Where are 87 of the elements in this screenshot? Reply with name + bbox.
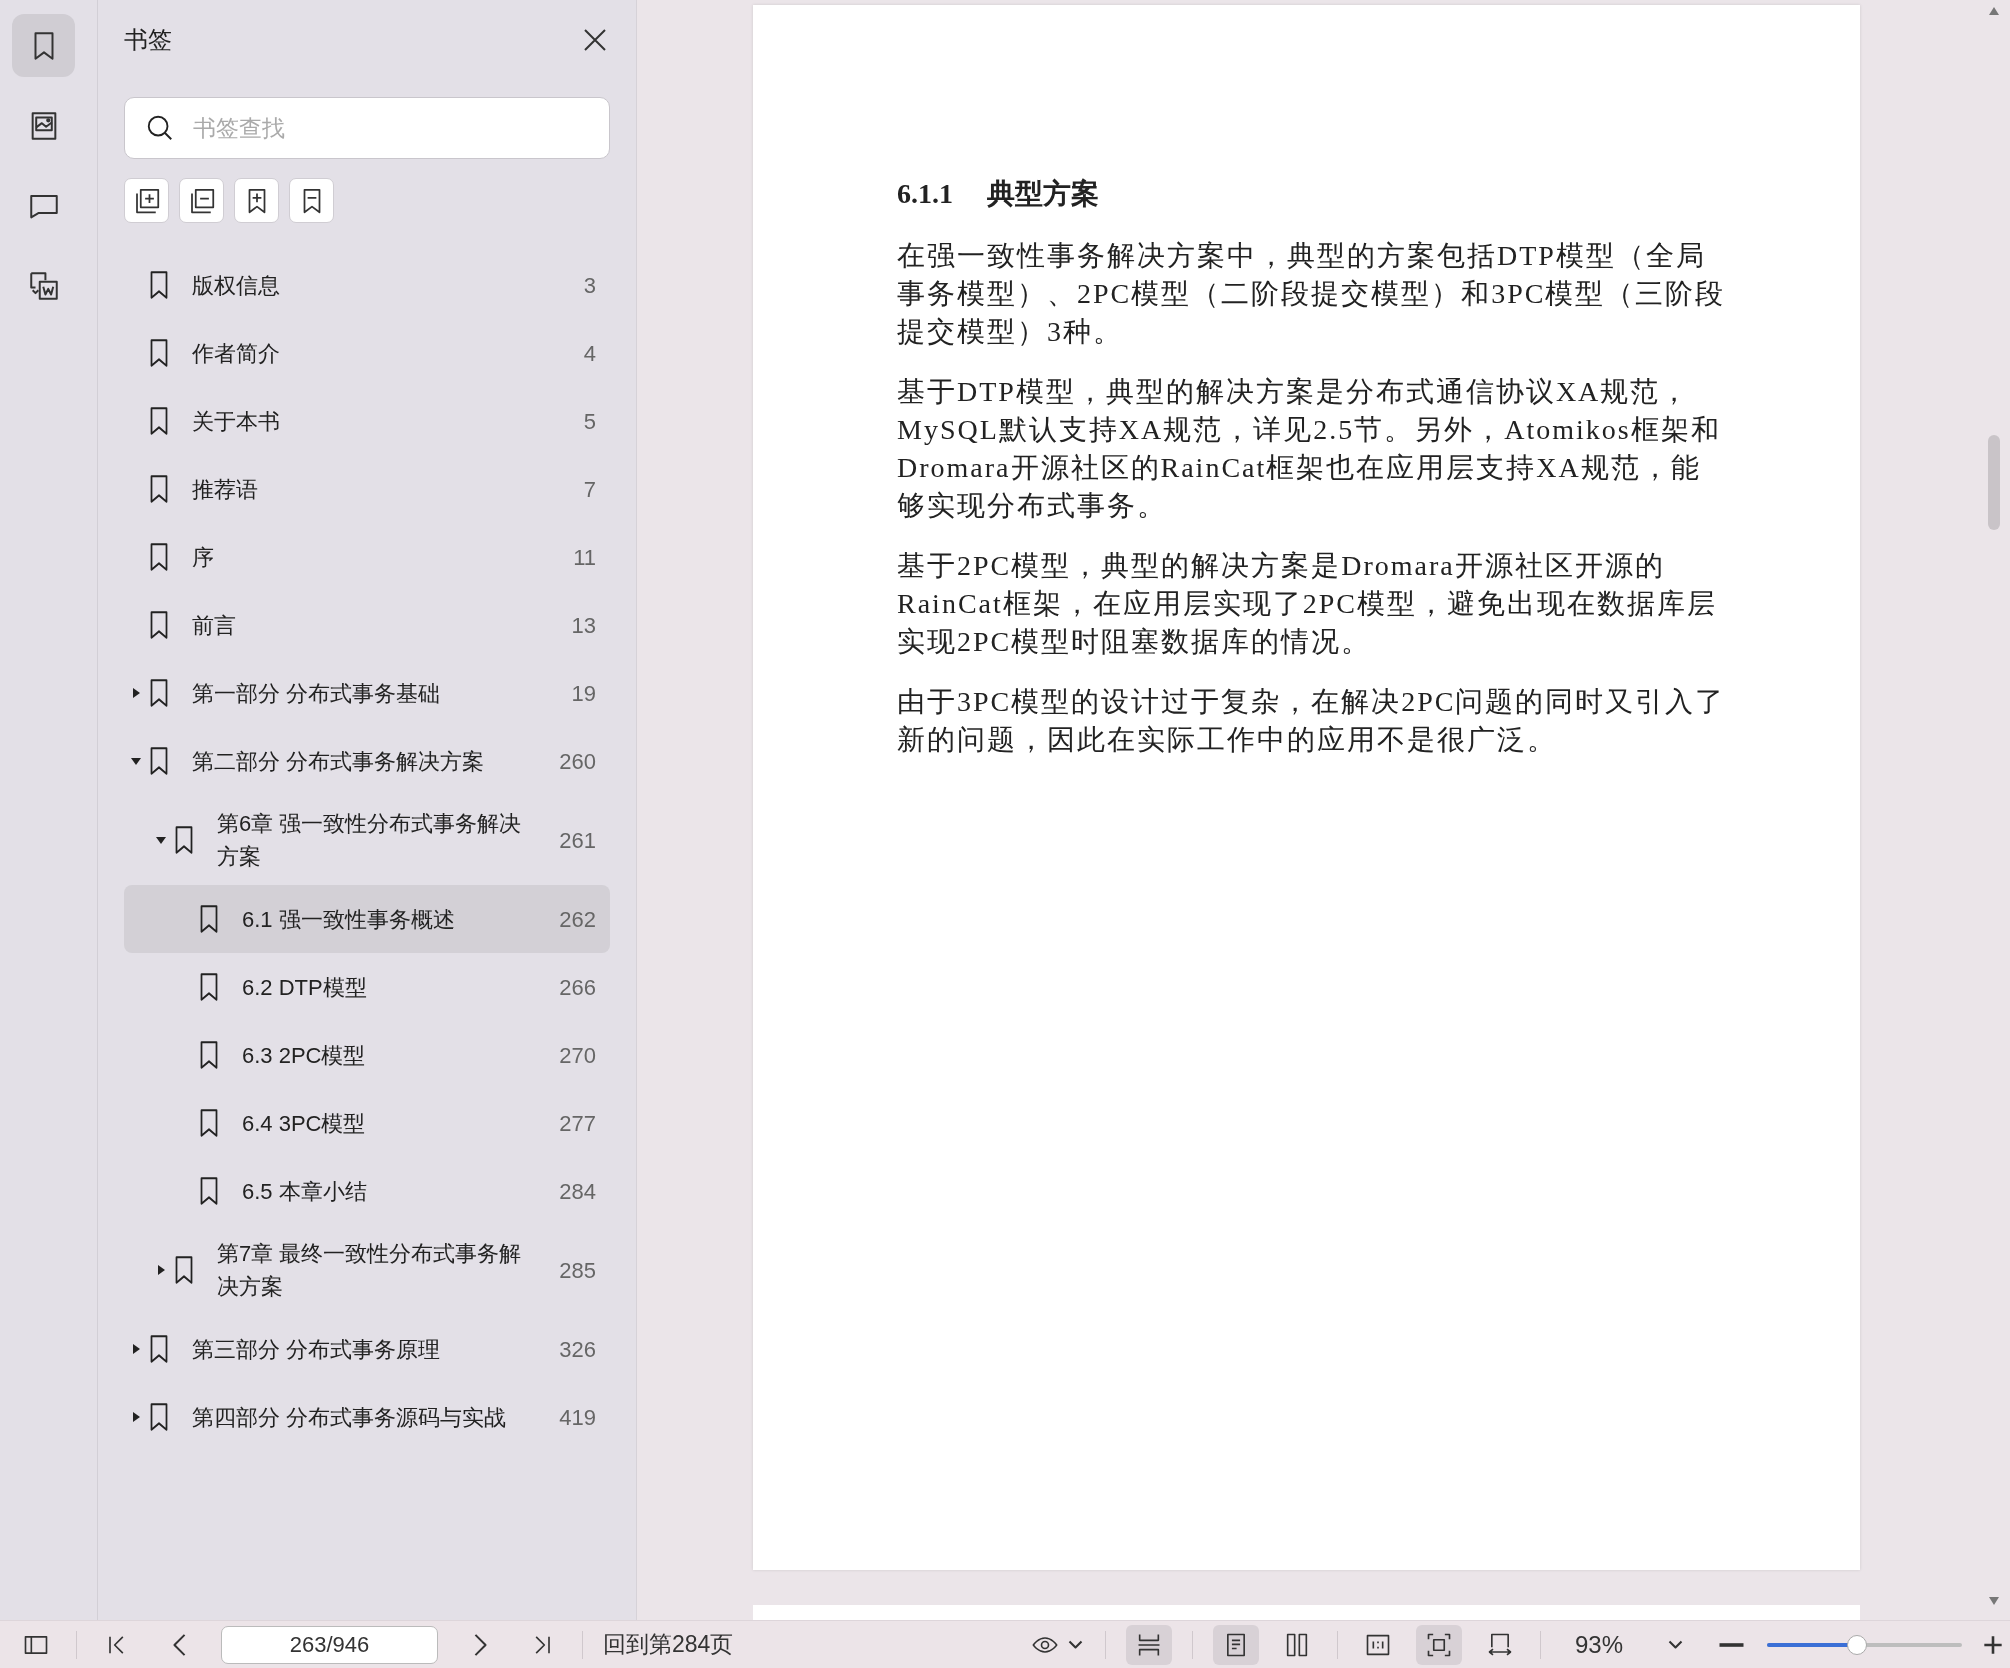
body-paragraph: 基于2PC模型，典型的解决方案是Dromara开源社区开源的RainCat框架，在应用层实现了2PC模型，避免出现在数据库层实现2PC模型时阻塞数据库的情况。 [897, 549, 1718, 659]
bookmark-title: 6.5 本章小结 [241, 1177, 368, 1206]
bookmark-title: 第7章 最终一致性分布式事务解决方案 [216, 1240, 523, 1301]
bookmark-title: 推荐语 [191, 475, 259, 504]
previous-page-icon [172, 1632, 186, 1657]
page-number: 284 [558, 1177, 596, 1206]
bookmark-title: 第四部分 分布式事务源码与实战 [191, 1403, 508, 1432]
bookmark-title: 6.2 DTP模型 [241, 973, 368, 1002]
bookmark-title: 版权信息 [191, 271, 281, 300]
body-paragraph: 在强一致性事务解决方案中，典型的方案包括DTP模型（全局事务模型）、2PC模型（二阶段提交模型）和3PC模型（三阶段提交模型）3种。 [897, 239, 1727, 349]
bookmark-item[interactable]: 关于本书 5 [124, 387, 610, 455]
bookmark-title: 序 [191, 543, 215, 572]
bookmark-item[interactable]: 第四部分 分布式事务源码与实战 419 [124, 1383, 610, 1451]
bookmark-item[interactable]: 第三部分 分布式事务原理 326 [124, 1315, 610, 1383]
bookmark-item[interactable]: 第7章 最终一致性分布式事务解决方案 285 [124, 1225, 610, 1315]
bookmark-item[interactable]: 版权信息 3 [124, 251, 610, 319]
bookmark-button[interactable] [12, 14, 75, 77]
page-number: 7 [582, 475, 596, 504]
bookmark-title: 前言 [191, 611, 237, 640]
triangle-down-icon[interactable] [131, 756, 141, 766]
bookmark-item[interactable]: 第一部分 分布式事务基础 19 [124, 659, 610, 727]
body-paragraph: 由于3PC模型的设计过于复杂，在解决2PC问题的同时又引入了新的问题，因此在实际工作中的应用不是很广泛。 [897, 685, 1727, 757]
caret-down-icon [1067, 1640, 1083, 1649]
bookmark-title: 作者简介 [191, 339, 281, 368]
page-number: 266 [558, 973, 596, 1002]
page-number: 285 [558, 1256, 596, 1285]
bookmark-title: 关于本书 [191, 407, 281, 436]
triangle-down-icon[interactable] [156, 835, 166, 845]
triangle-right-icon[interactable] [131, 688, 141, 698]
section-heading: 典型方案 [987, 177, 1099, 211]
bookmark-title: 6.3 2PC模型 [241, 1041, 367, 1070]
search-input[interactable]: 书签查找 [191, 109, 589, 147]
scroll-down-arrow-icon[interactable] [1988, 1596, 2000, 1606]
add-bookmark-button[interactable] [234, 178, 279, 223]
search-bar[interactable]: 书签查找 [124, 97, 610, 159]
continuous-scroll-button[interactable] [1126, 1624, 1172, 1665]
bookmark-title: 第二部分 分布式事务解决方案 [191, 747, 486, 776]
bookmark-item[interactable]: 第二部分 分布式事务解决方案 260 [124, 727, 610, 795]
collapse-all-button[interactable] [179, 178, 224, 223]
bookmark-item[interactable]: 6.2 DTP模型 266 [124, 953, 610, 1021]
bookmark-item[interactable]: 推荐语 7 [124, 455, 610, 523]
page-number: 260 [558, 747, 596, 776]
page-number: 262 [558, 905, 596, 934]
fit-page-button[interactable] [1416, 1624, 1462, 1665]
bookmark-title: 第6章 强一致性分布式事务解决方案 [216, 810, 523, 871]
bookmark-title: 6.1 强一致性事务概述 [241, 905, 456, 934]
panel-title: 书签 [124, 25, 172, 55]
triangle-right-icon[interactable] [156, 1265, 166, 1275]
page-number: 19 [570, 679, 596, 708]
scrollbar-thumb[interactable] [1988, 435, 2000, 530]
triangle-right-icon[interactable] [131, 1344, 141, 1354]
next-page-icon [473, 1632, 487, 1657]
bookmark-item[interactable]: 作者简介 4 [124, 319, 610, 387]
search-icon [145, 113, 175, 143]
page-number: 277 [558, 1109, 596, 1138]
bookmark-item[interactable]: 序 11 [124, 523, 610, 591]
zoom-caret-icon [1667, 1640, 1683, 1649]
bookmark-item[interactable]: 第6章 强一致性分布式事务解决方案 261 [124, 795, 610, 885]
bookmark-item[interactable]: 前言 13 [124, 591, 610, 659]
page-number: 5 [582, 407, 596, 436]
bookmark-item[interactable]: 6.4 3PC模型 277 [124, 1089, 610, 1157]
zoom-level[interactable]: 93% [1575, 1626, 1639, 1663]
body-paragraph: 基于DTP模型，典型的解决方案是分布式通信协议XA规范，MySQL默认支持XA规范，详见2.5节。另外，Atomikos框架和Dromara开源社区的RainCat框架也在应用层支持XA规范，能够实现分布式事务。 [897, 375, 1722, 523]
page-number: 4 [582, 339, 596, 368]
bookmark-title: 第三部分 分布式事务原理 [191, 1335, 442, 1364]
single-page-button[interactable] [1213, 1624, 1259, 1665]
page-field[interactable]: 263/946 [221, 1625, 438, 1664]
zoom-slider-thumb[interactable] [1846, 1634, 1867, 1655]
page-number: 261 [558, 826, 596, 855]
page-number: 270 [558, 1041, 596, 1070]
back-to-page-link[interactable]: 回到第284页 [603, 1627, 734, 1662]
bookmark-item[interactable]: 6.1 强一致性事务概述 262 [124, 885, 610, 953]
bookmark-item[interactable]: 6.5 本章小结 284 [124, 1157, 610, 1225]
triangle-right-icon[interactable] [131, 1412, 141, 1422]
page-number: 326 [558, 1335, 596, 1364]
bookmark-title: 6.4 3PC模型 [241, 1109, 367, 1138]
page-number: 11 [572, 543, 596, 572]
scroll-up-arrow-icon[interactable] [1988, 6, 2000, 16]
bookmark-item[interactable]: 6.3 2PC模型 270 [124, 1021, 610, 1089]
zoom-out-icon [1717, 1641, 1745, 1648]
remove-bookmark-button[interactable] [289, 178, 334, 223]
page-number: 13 [570, 611, 596, 640]
section-number: 6.1.1 [897, 177, 953, 211]
expand-all-button[interactable] [124, 178, 169, 223]
bookmark-title: 第一部分 分布式事务基础 [191, 679, 442, 708]
page-number: 3 [582, 271, 596, 300]
page-number: 419 [558, 1403, 596, 1432]
